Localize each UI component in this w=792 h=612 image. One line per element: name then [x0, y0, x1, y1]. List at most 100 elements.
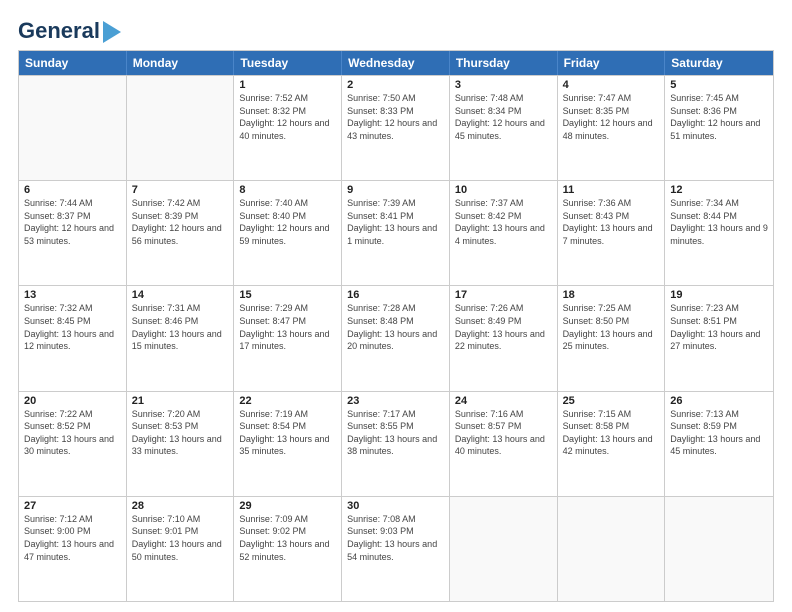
cell-day-number: 17 [455, 289, 552, 301]
cell-info: Sunrise: 7:20 AM Sunset: 8:53 PM Dayligh… [132, 408, 229, 458]
cell-day-number: 20 [24, 395, 121, 407]
calendar-cell: 7Sunrise: 7:42 AM Sunset: 8:39 PM Daylig… [127, 181, 235, 285]
cell-day-number: 8 [239, 184, 336, 196]
cell-info: Sunrise: 7:31 AM Sunset: 8:46 PM Dayligh… [132, 302, 229, 352]
cell-info: Sunrise: 7:48 AM Sunset: 8:34 PM Dayligh… [455, 92, 552, 142]
cell-day-number: 4 [563, 79, 660, 91]
cell-day-number: 26 [670, 395, 768, 407]
cell-info: Sunrise: 7:50 AM Sunset: 8:33 PM Dayligh… [347, 92, 444, 142]
calendar-cell: 1Sunrise: 7:52 AM Sunset: 8:32 PM Daylig… [234, 76, 342, 180]
cell-info: Sunrise: 7:19 AM Sunset: 8:54 PM Dayligh… [239, 408, 336, 458]
calendar-cell [558, 497, 666, 601]
calendar-cell: 22Sunrise: 7:19 AM Sunset: 8:54 PM Dayli… [234, 392, 342, 496]
cell-day-number: 24 [455, 395, 552, 407]
cell-day-number: 27 [24, 500, 121, 512]
cell-day-number: 10 [455, 184, 552, 196]
calendar-cell: 4Sunrise: 7:47 AM Sunset: 8:35 PM Daylig… [558, 76, 666, 180]
cell-day-number: 12 [670, 184, 768, 196]
calendar-cell: 14Sunrise: 7:31 AM Sunset: 8:46 PM Dayli… [127, 286, 235, 390]
cell-info: Sunrise: 7:23 AM Sunset: 8:51 PM Dayligh… [670, 302, 768, 352]
cell-info: Sunrise: 7:16 AM Sunset: 8:57 PM Dayligh… [455, 408, 552, 458]
cell-day-number: 3 [455, 79, 552, 91]
calendar-cell [19, 76, 127, 180]
cell-info: Sunrise: 7:26 AM Sunset: 8:49 PM Dayligh… [455, 302, 552, 352]
calendar-cell: 8Sunrise: 7:40 AM Sunset: 8:40 PM Daylig… [234, 181, 342, 285]
calendar-cell [450, 497, 558, 601]
cell-day-number: 22 [239, 395, 336, 407]
calendar-cell: 23Sunrise: 7:17 AM Sunset: 8:55 PM Dayli… [342, 392, 450, 496]
calendar-cell: 24Sunrise: 7:16 AM Sunset: 8:57 PM Dayli… [450, 392, 558, 496]
page: General SundayMondayTuesdayWednesdayThur… [0, 0, 792, 612]
calendar-cell: 17Sunrise: 7:26 AM Sunset: 8:49 PM Dayli… [450, 286, 558, 390]
logo: General [18, 18, 121, 40]
calendar-cell: 18Sunrise: 7:25 AM Sunset: 8:50 PM Dayli… [558, 286, 666, 390]
cell-day-number: 23 [347, 395, 444, 407]
cell-info: Sunrise: 7:40 AM Sunset: 8:40 PM Dayligh… [239, 197, 336, 247]
cell-day-number: 7 [132, 184, 229, 196]
calendar-cell: 30Sunrise: 7:08 AM Sunset: 9:03 PM Dayli… [342, 497, 450, 601]
cell-info: Sunrise: 7:37 AM Sunset: 8:42 PM Dayligh… [455, 197, 552, 247]
cell-info: Sunrise: 7:13 AM Sunset: 8:59 PM Dayligh… [670, 408, 768, 458]
day-header-monday: Monday [127, 51, 235, 75]
cell-info: Sunrise: 7:17 AM Sunset: 8:55 PM Dayligh… [347, 408, 444, 458]
cell-info: Sunrise: 7:15 AM Sunset: 8:58 PM Dayligh… [563, 408, 660, 458]
cell-info: Sunrise: 7:22 AM Sunset: 8:52 PM Dayligh… [24, 408, 121, 458]
cell-day-number: 5 [670, 79, 768, 91]
day-header-wednesday: Wednesday [342, 51, 450, 75]
cell-info: Sunrise: 7:12 AM Sunset: 9:00 PM Dayligh… [24, 513, 121, 563]
calendar: SundayMondayTuesdayWednesdayThursdayFrid… [18, 50, 774, 602]
cell-day-number: 28 [132, 500, 229, 512]
calendar-row-3: 13Sunrise: 7:32 AM Sunset: 8:45 PM Dayli… [19, 285, 773, 390]
calendar-cell: 12Sunrise: 7:34 AM Sunset: 8:44 PM Dayli… [665, 181, 773, 285]
calendar-cell: 13Sunrise: 7:32 AM Sunset: 8:45 PM Dayli… [19, 286, 127, 390]
cell-info: Sunrise: 7:36 AM Sunset: 8:43 PM Dayligh… [563, 197, 660, 247]
cell-info: Sunrise: 7:08 AM Sunset: 9:03 PM Dayligh… [347, 513, 444, 563]
calendar-cell: 11Sunrise: 7:36 AM Sunset: 8:43 PM Dayli… [558, 181, 666, 285]
cell-info: Sunrise: 7:34 AM Sunset: 8:44 PM Dayligh… [670, 197, 768, 247]
cell-day-number: 15 [239, 289, 336, 301]
calendar-cell: 15Sunrise: 7:29 AM Sunset: 8:47 PM Dayli… [234, 286, 342, 390]
calendar-cell [665, 497, 773, 601]
cell-info: Sunrise: 7:09 AM Sunset: 9:02 PM Dayligh… [239, 513, 336, 563]
calendar-cell: 28Sunrise: 7:10 AM Sunset: 9:01 PM Dayli… [127, 497, 235, 601]
day-header-friday: Friday [558, 51, 666, 75]
cell-info: Sunrise: 7:10 AM Sunset: 9:01 PM Dayligh… [132, 513, 229, 563]
cell-day-number: 25 [563, 395, 660, 407]
header: General [18, 18, 774, 40]
cell-day-number: 14 [132, 289, 229, 301]
cell-day-number: 2 [347, 79, 444, 91]
day-header-thursday: Thursday [450, 51, 558, 75]
logo-general-text: General [18, 18, 100, 44]
cell-info: Sunrise: 7:42 AM Sunset: 8:39 PM Dayligh… [132, 197, 229, 247]
cell-day-number: 30 [347, 500, 444, 512]
calendar-cell: 5Sunrise: 7:45 AM Sunset: 8:36 PM Daylig… [665, 76, 773, 180]
cell-day-number: 19 [670, 289, 768, 301]
cell-day-number: 18 [563, 289, 660, 301]
calendar-row-4: 20Sunrise: 7:22 AM Sunset: 8:52 PM Dayli… [19, 391, 773, 496]
calendar-cell: 6Sunrise: 7:44 AM Sunset: 8:37 PM Daylig… [19, 181, 127, 285]
logo-wrapper: General [18, 18, 121, 44]
calendar-row-1: 1Sunrise: 7:52 AM Sunset: 8:32 PM Daylig… [19, 75, 773, 180]
cell-day-number: 21 [132, 395, 229, 407]
cell-day-number: 13 [24, 289, 121, 301]
calendar-cell: 2Sunrise: 7:50 AM Sunset: 8:33 PM Daylig… [342, 76, 450, 180]
day-header-tuesday: Tuesday [234, 51, 342, 75]
cell-day-number: 1 [239, 79, 336, 91]
cell-info: Sunrise: 7:28 AM Sunset: 8:48 PM Dayligh… [347, 302, 444, 352]
calendar-cell: 19Sunrise: 7:23 AM Sunset: 8:51 PM Dayli… [665, 286, 773, 390]
cell-day-number: 6 [24, 184, 121, 196]
calendar-cell: 27Sunrise: 7:12 AM Sunset: 9:00 PM Dayli… [19, 497, 127, 601]
logo-triangle-icon [103, 21, 121, 43]
cell-info: Sunrise: 7:29 AM Sunset: 8:47 PM Dayligh… [239, 302, 336, 352]
cell-info: Sunrise: 7:47 AM Sunset: 8:35 PM Dayligh… [563, 92, 660, 142]
calendar-cell: 16Sunrise: 7:28 AM Sunset: 8:48 PM Dayli… [342, 286, 450, 390]
calendar-cell: 9Sunrise: 7:39 AM Sunset: 8:41 PM Daylig… [342, 181, 450, 285]
calendar-cell [127, 76, 235, 180]
calendar-cell: 26Sunrise: 7:13 AM Sunset: 8:59 PM Dayli… [665, 392, 773, 496]
cell-info: Sunrise: 7:25 AM Sunset: 8:50 PM Dayligh… [563, 302, 660, 352]
cell-info: Sunrise: 7:32 AM Sunset: 8:45 PM Dayligh… [24, 302, 121, 352]
calendar-body: 1Sunrise: 7:52 AM Sunset: 8:32 PM Daylig… [19, 75, 773, 601]
cell-day-number: 29 [239, 500, 336, 512]
cell-day-number: 16 [347, 289, 444, 301]
cell-info: Sunrise: 7:52 AM Sunset: 8:32 PM Dayligh… [239, 92, 336, 142]
